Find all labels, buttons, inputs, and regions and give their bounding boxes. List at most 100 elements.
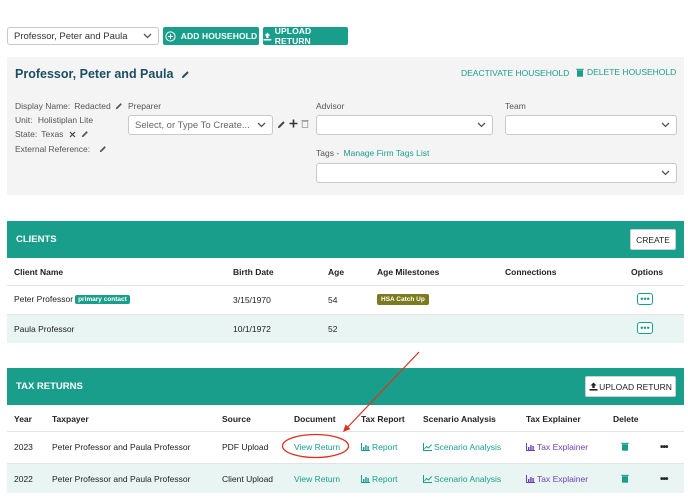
advisor-label: Advisor — [316, 101, 345, 111]
col-connections: Connections — [505, 267, 557, 277]
pencil-icon[interactable] — [99, 145, 107, 153]
clients-title: CLIENTS — [16, 234, 57, 245]
line-chart-icon — [423, 475, 432, 483]
trash-icon — [576, 68, 584, 77]
col-tax-explainer: Tax Explainer — [526, 414, 581, 424]
col-client-name: Client Name — [14, 267, 64, 277]
bar-chart-icon — [361, 443, 370, 451]
upload-return-top-button[interactable]: UPLOAD RETURN — [263, 26, 348, 46]
advisor-select[interactable] — [316, 115, 493, 135]
add-household-button[interactable]: ADD HOUSEHOLD — [163, 27, 259, 45]
birth-date: 3/15/1970 — [233, 295, 271, 305]
trash-icon[interactable] — [621, 442, 629, 451]
report-link[interactable]: Report — [361, 442, 398, 452]
return-source: Client Upload — [222, 474, 274, 484]
view-return-link[interactable]: View Return — [294, 442, 340, 452]
primary-contact-badge: primary contact — [75, 294, 130, 304]
line-chart-icon — [423, 443, 432, 451]
tax-returns-header: TAX RETURNS — [7, 368, 684, 405]
col-delete: Delete — [613, 414, 639, 424]
options-button[interactable]: ••• — [637, 322, 653, 334]
table-row — [7, 314, 684, 343]
col-age: Age — [328, 267, 345, 277]
close-icon[interactable] — [69, 131, 76, 138]
tax-explainer-label: Tax Explainer — [537, 442, 589, 452]
plus-circle-icon — [165, 30, 176, 42]
deactivate-household-link[interactable]: DEACTIVATE HOUSEHOLD — [461, 68, 569, 78]
bar-chart-icon — [526, 443, 535, 451]
upload-return-label: UPLOAD RETURN — [599, 381, 672, 392]
return-year: 2022 — [14, 474, 33, 484]
upload-return-button[interactable]: UPLOAD RETURN — [585, 376, 676, 397]
more-options-icon[interactable]: ••• — [660, 442, 668, 453]
col-scenario-analysis: Scenario Analysis — [423, 414, 496, 424]
delete-household-link[interactable]: DELETE HOUSEHOLD — [576, 67, 676, 77]
pencil-icon[interactable] — [277, 120, 286, 129]
pencil-icon[interactable] — [181, 70, 190, 79]
chevron-down-icon — [143, 33, 152, 39]
col-age-milestones: Age Milestones — [377, 267, 440, 277]
preparer-label: Preparer — [128, 101, 162, 111]
tags-label: Tags - — [316, 148, 340, 158]
external-reference-row: External Reference: — [15, 144, 107, 154]
age: 54 — [328, 295, 338, 305]
milestone-badge: HSA Catch Up — [377, 294, 429, 305]
pencil-icon[interactable] — [81, 130, 89, 138]
clients-header: CLIENTS — [7, 221, 684, 258]
tax-explainer-link[interactable]: Tax Explainer — [526, 442, 588, 452]
return-taxpayer: Peter Professor and Paula Professor — [52, 474, 191, 484]
return-source: PDF Upload — [222, 442, 269, 452]
household-title-row: Professor, Peter and Paula — [15, 67, 190, 81]
milestone-cell: HSA Catch Up — [377, 293, 429, 305]
col-options: Options — [631, 267, 664, 277]
tags-row: Tags - Manage Firm Tags List — [316, 148, 429, 158]
display-name-row: Display Name: Redacted — [15, 101, 123, 111]
state-value: Texas — [41, 129, 64, 139]
scenario-analysis-link[interactable]: Scenario Analysis — [423, 474, 501, 484]
display-name-label: Display Name: — [15, 101, 71, 111]
ellipsis-icon: ••• — [640, 293, 650, 304]
household-select[interactable]: Professor, Peter and Paula — [7, 27, 159, 45]
add-household-label: ADD HOUSEHOLD — [180, 31, 258, 41]
display-name-value: Redacted — [74, 101, 111, 111]
create-client-button[interactable]: CREATE — [630, 229, 676, 250]
birth-date: 10/1/1972 — [233, 324, 271, 334]
manage-firm-tags-link[interactable]: Manage Firm Tags List — [344, 148, 430, 158]
col-birth-date: Birth Date — [233, 267, 274, 277]
chevron-down-icon — [257, 122, 266, 128]
team-select[interactable] — [505, 115, 677, 135]
state-label: State: — [15, 129, 38, 139]
upload-icon — [263, 32, 272, 41]
plus-icon[interactable] — [289, 119, 298, 128]
upload-return-top-label: UPLOAD RETURN — [274, 26, 312, 46]
pencil-icon[interactable] — [115, 102, 123, 110]
col-document: Document — [294, 414, 336, 424]
view-return-link[interactable]: View Return — [294, 474, 340, 484]
tags-select[interactable] — [316, 163, 677, 183]
preparer-select[interactable]: Select, or Type To Create... — [128, 115, 273, 135]
report-link[interactable]: Report — [361, 474, 398, 484]
tax-returns-title: TAX RETURNS — [16, 381, 83, 392]
clients-table-header — [7, 258, 684, 285]
return-year: 2023 — [14, 442, 33, 452]
return-taxpayer: Peter Professor and Paula Professor — [52, 442, 191, 452]
trash-icon[interactable] — [621, 474, 629, 483]
trash-icon[interactable] — [301, 119, 309, 128]
scenario-analysis-link[interactable]: Scenario Analysis — [423, 442, 501, 452]
scenario-analysis-label: Scenario Analysis — [434, 442, 502, 452]
client-name[interactable]: Paula Professor — [14, 324, 74, 334]
col-year: Year — [14, 414, 32, 424]
client-name-cell: Peter Professor primary contact — [14, 294, 130, 304]
preparer-placeholder: Select, or Type To Create... — [135, 119, 250, 131]
ellipsis-icon: ••• — [640, 322, 650, 333]
scenario-analysis-label: Scenario Analysis — [434, 474, 502, 484]
household-select-value: Professor, Peter and Paula — [14, 30, 128, 42]
bar-chart-icon — [361, 475, 370, 483]
chevron-down-icon — [477, 122, 486, 128]
tax-explainer-label: Tax Explainer — [537, 474, 589, 484]
household-title: Professor, Peter and Paula — [15, 67, 174, 81]
more-options-icon[interactable]: ••• — [660, 474, 668, 485]
tax-explainer-link[interactable]: Tax Explainer — [526, 474, 588, 484]
client-name[interactable]: Peter Professor — [14, 294, 73, 304]
options-button[interactable]: ••• — [637, 293, 653, 305]
